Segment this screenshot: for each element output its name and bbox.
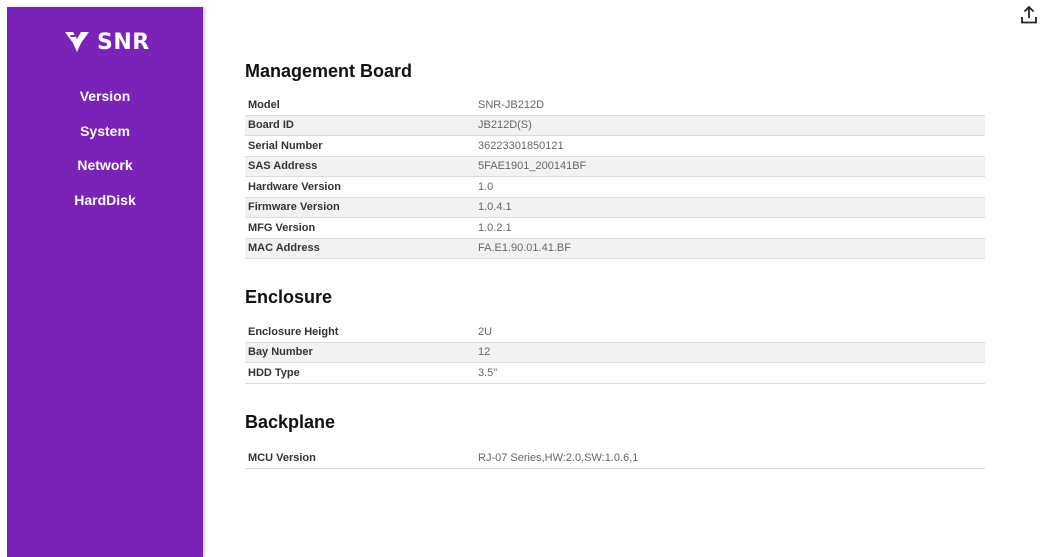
row-value: 5FAE1901_200141BF: [478, 156, 985, 177]
row-value: JB212D(S): [478, 115, 985, 136]
sidebar-item-network[interactable]: Network: [7, 152, 203, 187]
row-key: MFG Version: [245, 217, 478, 239]
row-value: RJ-07 Series,HW:2.0,SW:1.0.6,1: [478, 448, 985, 469]
sidebar-item-version[interactable]: Version: [7, 83, 203, 118]
table-row: Enclosure Height 2U: [245, 322, 985, 343]
sidebar-item-harddisk[interactable]: HardDisk: [7, 187, 203, 222]
table-row: Serial Number 36223301850121: [245, 135, 985, 157]
row-value: 1.0.4.1: [478, 197, 985, 218]
table-row: Bay Number 12: [245, 342, 985, 363]
row-value: 36223301850121: [478, 135, 985, 157]
table-row: HDD Type 3.5": [245, 362, 985, 384]
logo-text: SNR: [97, 29, 150, 55]
row-key: Serial Number: [245, 135, 478, 157]
logo[interactable]: SNR: [62, 29, 150, 55]
row-value: 2U: [478, 322, 985, 343]
snr-logo-icon: [62, 30, 92, 54]
row-key: SAS Address: [245, 156, 478, 177]
sidebar-item-system[interactable]: System: [7, 118, 203, 153]
section-title-management-board: Management Board: [245, 61, 413, 81]
row-value: FA.E1.90.01.41.BF: [478, 238, 985, 259]
upload-export-icon[interactable]: [1019, 5, 1039, 25]
section-title-enclosure: Enclosure: [245, 287, 333, 307]
row-value: 1.0.2.1: [478, 217, 985, 239]
table-row: MAC Address FA.E1.90.01.41.BF: [245, 238, 985, 259]
sidebar: SNR Version System Network HardDisk: [7, 7, 203, 557]
row-value: 1.0: [478, 176, 985, 198]
row-key: MAC Address: [245, 238, 478, 259]
row-key: MCU Version: [245, 448, 478, 469]
table-row: Board ID JB212D(S): [245, 115, 985, 136]
backplane-table: MCU Version RJ-07 Series,HW:2.0,SW:1.0.6,…: [245, 448, 985, 469]
table-row: Firmware Version 1.0.4.1: [245, 197, 985, 218]
table-row: MCU Version RJ-07 Series,HW:2.0,SW:1.0.6,…: [245, 448, 985, 469]
row-key: Bay Number: [245, 342, 478, 363]
sidebar-nav: Version System Network HardDisk: [7, 83, 203, 221]
row-value: 3.5": [478, 362, 985, 384]
row-key: Model: [245, 95, 478, 116]
row-key: Enclosure Height: [245, 322, 478, 343]
management-board-table: Model SNR-JB212D Board ID JB212D(S) Serial…: [245, 95, 985, 259]
row-key: Firmware Version: [245, 197, 478, 218]
row-value: SNR-JB212D: [478, 95, 985, 116]
table-row: Hardware Version 1.0: [245, 176, 985, 198]
enclosure-table: Enclosure Height 2U Bay Number 12 HDD Type…: [245, 322, 985, 384]
row-value: 12: [478, 342, 985, 363]
table-row: SAS Address 5FAE1901_200141BF: [245, 156, 985, 177]
row-key: HDD Type: [245, 362, 478, 384]
row-key: Board ID: [245, 115, 478, 136]
row-key: Hardware Version: [245, 176, 478, 198]
section-title-backplane: Backplane: [245, 412, 336, 432]
table-row: Model SNR-JB212D: [245, 95, 985, 116]
table-row: MFG Version 1.0.2.1: [245, 217, 985, 239]
